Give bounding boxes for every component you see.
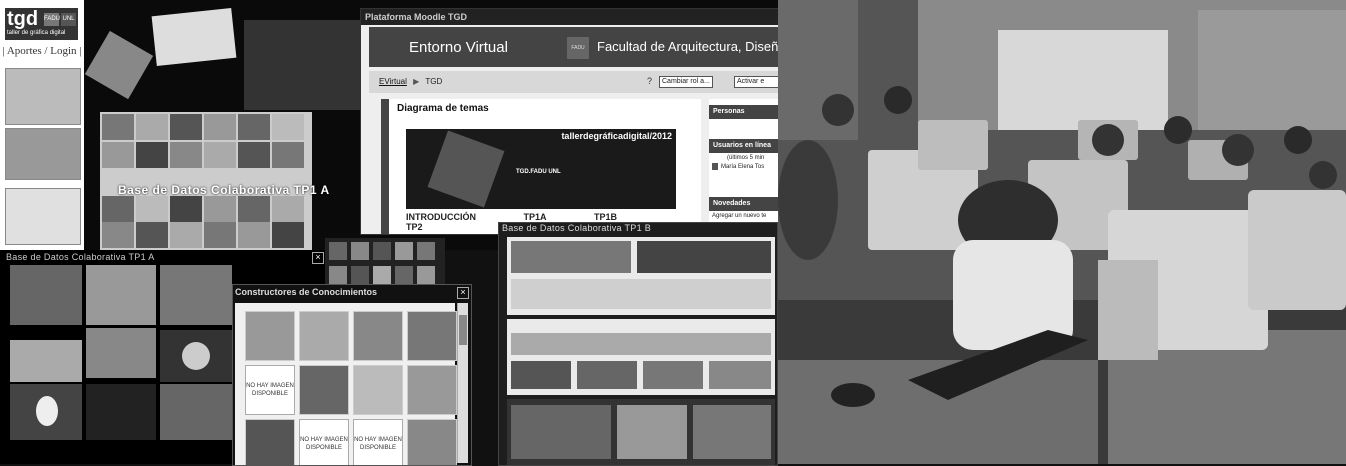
moodle-header: Entorno Virtual FADU Facultad de Arquite… [369, 27, 779, 67]
page-thumbnail[interactable] [5, 68, 81, 125]
tab-tp1a[interactable]: TP1A [524, 212, 547, 222]
photo-thumbnail[interactable] [86, 328, 156, 378]
profile-photo[interactable] [353, 365, 403, 415]
profile-photo[interactable] [407, 311, 457, 361]
photo-thumbnail[interactable] [160, 265, 232, 325]
scroll-thumb[interactable] [459, 315, 467, 345]
screenshot-fragment [151, 7, 237, 67]
banner-code: TGD.FADU UNL [516, 169, 561, 175]
tab-introduccion[interactable]: INTRODUCCIÓN [406, 212, 476, 222]
block-title-usuarios[interactable]: Usuarios en línea [709, 139, 779, 153]
block-title-personas[interactable]: Personas [709, 105, 779, 119]
constructores-window: Constructores de Conocimientos × NO HAY … [232, 284, 472, 466]
profile-grid: NO HAY IMAGEN DISPONIBLE NO HAY IMAGEN D… [235, 303, 457, 465]
constructores-window-title: Constructores de Conocimientos [235, 287, 378, 297]
no-image-placeholder[interactable]: NO HAY IMAGEN DISPONIBLE [299, 419, 349, 465]
profile-photo[interactable] [299, 365, 349, 415]
project-sheet[interactable] [507, 237, 775, 315]
no-image-placeholder[interactable]: NO HAY IMAGEN DISPONIBLE [245, 365, 295, 415]
scrollbar[interactable] [457, 303, 468, 463]
aportes-login-link[interactable]: | Aportes / Login | [2, 45, 82, 57]
page-thumbnail[interactable] [5, 128, 81, 180]
breadcrumb: EVirtual ▶ TGD [379, 77, 442, 86]
tp1b-window: Base de Datos Colaborativa TP1 B [498, 222, 778, 466]
page-thumbnail[interactable] [5, 188, 81, 245]
project-sheet[interactable] [507, 399, 775, 465]
fadu-logo-icon: FADU [567, 37, 589, 59]
moodle-window-title: Plataforma Moodle TGD [361, 9, 779, 25]
website-sidebar: tgd FADU UNL taller de gráfica digital |… [0, 0, 84, 250]
main-content: Diagrama de temas tallerdegráficadigital… [381, 99, 701, 234]
project-sheet[interactable] [507, 319, 775, 395]
tab-tp2[interactable]: TP2 [406, 222, 423, 232]
moodle-window: Plataforma Moodle TGD Entorno Virtual FA… [360, 8, 780, 235]
photo-thumbnail[interactable] [10, 384, 82, 440]
user-link[interactable]: María Elena Tos [721, 164, 764, 170]
photo-thumbnail[interactable] [160, 384, 232, 440]
breadcrumb-separator-icon: ▶ [413, 77, 420, 86]
photo-thumbnail[interactable] [10, 265, 82, 325]
no-image-placeholder[interactable]: NO HAY IMAGEN DISPONIBLE [353, 419, 403, 465]
close-icon[interactable]: × [457, 287, 469, 299]
photo-thumbnail[interactable] [160, 330, 232, 382]
profile-photo[interactable] [245, 419, 295, 465]
logo-badge-unl: UNL [61, 13, 76, 26]
block-text: (últimos 5 min [727, 155, 765, 161]
navigation-bar: EVirtual ▶ TGD ? Cambiar rol a... Activa… [369, 71, 779, 93]
thumbnail-strip [325, 238, 445, 288]
section-marker [381, 99, 389, 234]
logo-text: tgd [7, 8, 39, 30]
user-icon [712, 163, 718, 170]
faculty-name: Facultad de Arquitectura, Diseño y [597, 39, 780, 54]
add-topic-link[interactable]: Agregar un nuevo te [712, 213, 766, 219]
side-blocks: Personas Usuarios en línea (últimos 5 mi… [709, 99, 779, 234]
photo-thumbnail[interactable] [86, 384, 156, 440]
classroom-photo [778, 0, 1346, 464]
photo-thumbnail[interactable] [10, 340, 82, 382]
tgd-logo[interactable]: tgd FADU UNL taller de gráfica digital [5, 8, 78, 40]
banner-graphic [427, 130, 505, 208]
course-banner: tallerdegráficadigital/2012 TGD.FADU UNL [406, 129, 676, 209]
block-title-novedades[interactable]: Novedades [709, 197, 779, 211]
help-icon[interactable]: ? [647, 76, 652, 86]
tp1a-window-title: Base de Datos Colaborativa TP1 A [6, 252, 155, 262]
role-select[interactable]: Cambiar rol a... [659, 76, 713, 88]
classroom-illustration [778, 0, 1346, 464]
section-heading: Diagrama de temas [397, 103, 489, 114]
profile-photo[interactable] [299, 311, 349, 361]
banner-title: tallerdegráficadigital/2012 [561, 131, 672, 141]
collage-caption: Base de Datos Colaborativa TP1 A [118, 183, 330, 197]
image-grid [100, 112, 312, 250]
logo-badge-fadu: FADU [44, 13, 60, 26]
logo-subtitle: taller de gráfica digital [7, 30, 66, 36]
tab-tp1b[interactable]: TP1B [594, 212, 617, 222]
profile-photo[interactable] [407, 365, 457, 415]
site-title[interactable]: Entorno Virtual [409, 39, 508, 56]
close-icon[interactable]: × [312, 252, 324, 264]
shape-fragment [84, 30, 154, 100]
activate-edit-button[interactable]: Activar e [734, 76, 779, 88]
tp1b-window-title: Base de Datos Colaborativa TP1 B [502, 223, 652, 233]
screenshot-fragment [244, 20, 364, 110]
breadcrumb-current: TGD [425, 77, 443, 86]
breadcrumb-home-link[interactable]: EVirtual [379, 77, 407, 86]
profile-photo[interactable] [353, 311, 403, 361]
profile-photo[interactable] [245, 311, 295, 361]
photo-thumbnail[interactable] [86, 265, 156, 325]
profile-photo[interactable] [407, 419, 457, 465]
